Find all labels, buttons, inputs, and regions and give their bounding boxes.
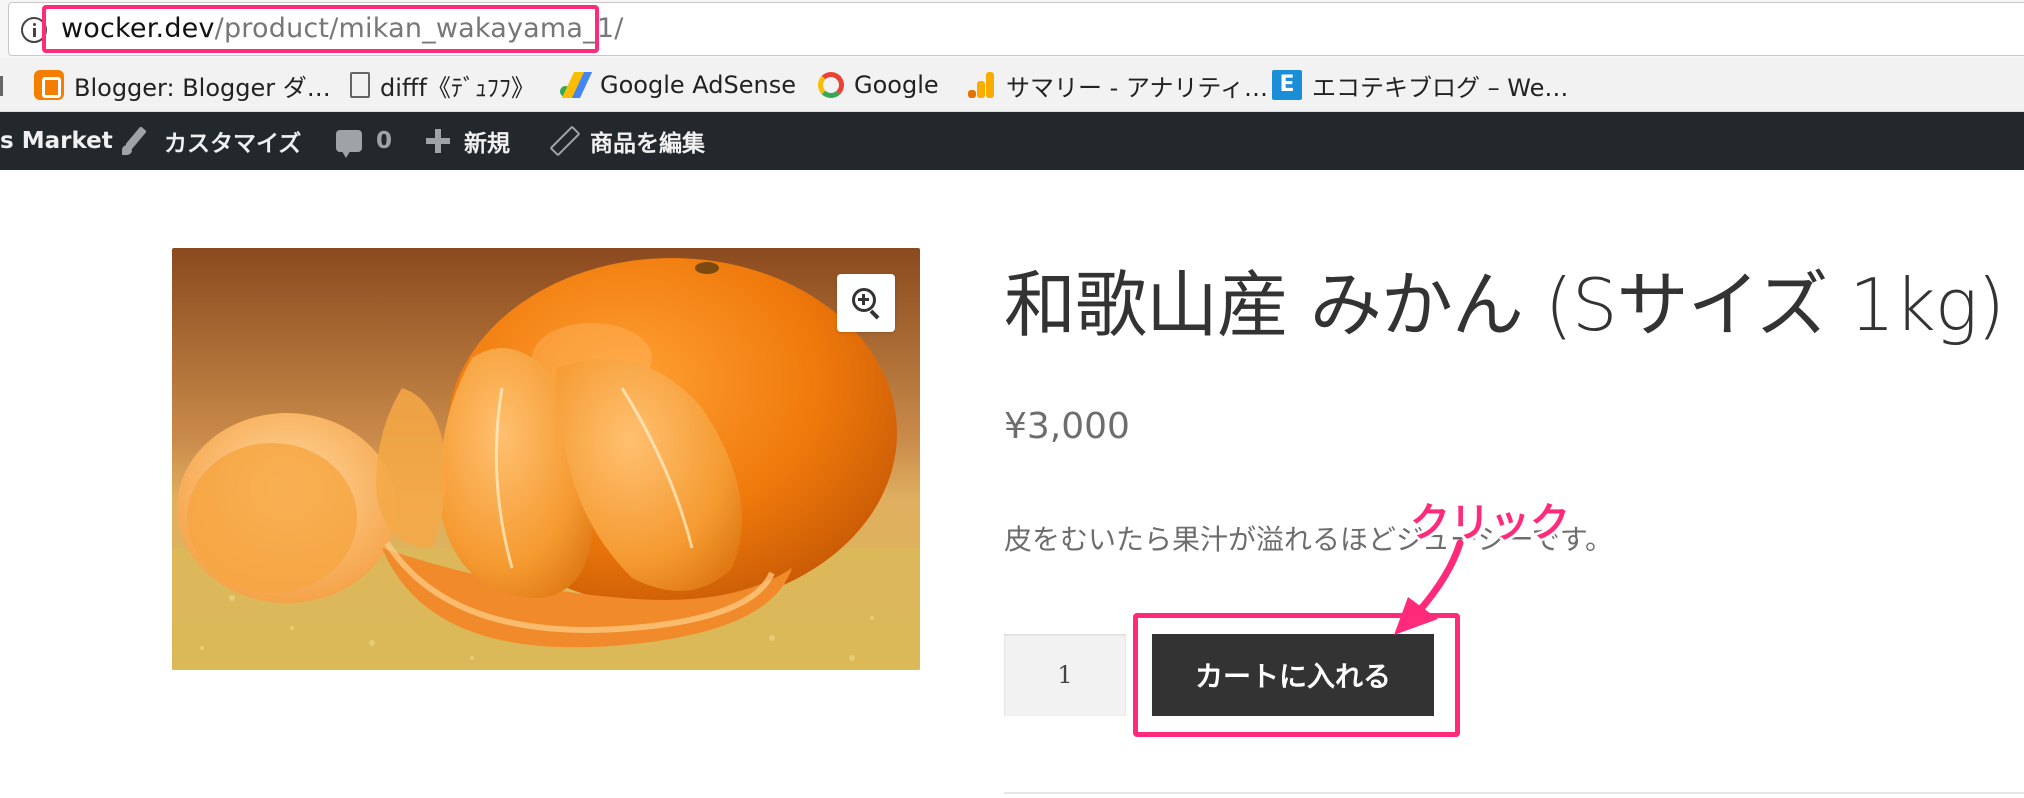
mandarin-orange-photo bbox=[172, 248, 920, 670]
pencil-icon bbox=[548, 127, 576, 155]
document-icon bbox=[350, 72, 370, 98]
zoom-icon-plus bbox=[862, 294, 865, 305]
admin-new[interactable]: 新規 bbox=[426, 112, 510, 170]
bookmark-label: エコテキブログ – We… bbox=[1312, 73, 1569, 102]
edit-product-label: 商品を編集 bbox=[590, 131, 705, 157]
browser-toolbar: wocker.dev/product/mikan_wakayama_1/ bbox=[0, 0, 2024, 58]
new-label: 新規 bbox=[464, 131, 510, 157]
bookmarks-bar: Blogger: Blogger ダ… difff《ﾃﾞｭﾌﾌ》 Google … bbox=[0, 58, 2024, 112]
bookmark-analytics[interactable]: サマリー - アナリティ… bbox=[966, 66, 1268, 104]
comments-count: 0 bbox=[376, 128, 393, 154]
bookmark-difff[interactable]: difff《ﾃﾞｭﾌﾌ》 bbox=[350, 66, 535, 104]
bookmark-label: Google AdSense bbox=[600, 71, 796, 99]
plus-icon bbox=[426, 129, 450, 153]
admin-edit-product[interactable]: 商品を編集 bbox=[548, 112, 705, 170]
analytics-icon bbox=[966, 70, 996, 100]
customize-label: カスタマイズ bbox=[164, 131, 302, 157]
bookmark-label: Google bbox=[854, 71, 939, 99]
admin-customize[interactable]: カスタマイズ bbox=[120, 112, 301, 170]
brush-icon bbox=[120, 126, 150, 156]
bookmark-blogger[interactable]: Blogger: Blogger ダ… bbox=[34, 66, 331, 104]
bookmark-ecotech[interactable]: E エコテキブログ – We… bbox=[1272, 66, 1568, 104]
adsense-icon bbox=[558, 70, 590, 100]
url-highlight-box bbox=[42, 5, 599, 53]
google-icon bbox=[818, 72, 844, 98]
zoom-button[interactable] bbox=[837, 274, 895, 332]
ecotech-icon: E bbox=[1272, 70, 1302, 100]
annotation-arrow-icon bbox=[1394, 539, 1464, 635]
product-price: ¥3,000 bbox=[1004, 406, 1130, 447]
section-divider bbox=[1004, 792, 2024, 794]
bookmark-adsense[interactable]: Google AdSense bbox=[558, 66, 796, 104]
admin-comments[interactable]: 0 bbox=[336, 112, 392, 170]
product-title-size: (Sサイズ 1kg) bbox=[1544, 263, 2005, 347]
blogger-icon bbox=[34, 70, 64, 100]
admin-bar: s Market カスタマイズ 0 新規 商品を編集 bbox=[0, 112, 2024, 170]
bookmark-label: Blogger: Blogger ダ… bbox=[74, 73, 331, 102]
quantity-input[interactable] bbox=[1004, 634, 1126, 716]
bookmark-overflow-stub bbox=[0, 76, 3, 96]
bookmark-label: サマリー - アナリティ… bbox=[1006, 73, 1268, 102]
comment-icon bbox=[336, 130, 362, 158]
product-title: 和歌山産 みかん (Sサイズ 1kg) bbox=[1004, 246, 2005, 351]
product-title-main: 和歌山産 みかん bbox=[1004, 263, 1524, 347]
site-name-label: s Market bbox=[0, 128, 113, 154]
bookmark-label: difff《ﾃﾞｭﾌﾌ》 bbox=[380, 73, 535, 102]
bookmark-google[interactable]: Google bbox=[818, 66, 939, 104]
product-image[interactable] bbox=[172, 248, 920, 670]
admin-site-name[interactable]: s Market bbox=[0, 112, 113, 170]
